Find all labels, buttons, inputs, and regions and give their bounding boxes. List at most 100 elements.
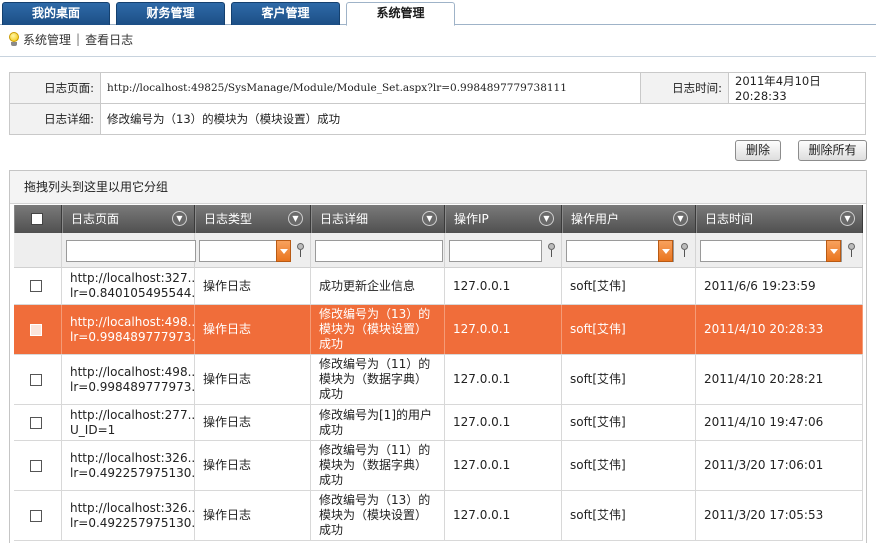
row-select-cell <box>14 405 62 440</box>
cell-page: http://localhost:326... lr=0.49225797513… <box>62 491 195 540</box>
table-row[interactable]: http://localhost:327... lr=0.84010549554… <box>14 268 863 305</box>
log-page-value: http://localhost:49825/SysManage/Module/… <box>100 72 641 104</box>
cell-user: soft[艾伟] <box>562 268 696 304</box>
row-checkbox[interactable] <box>30 509 42 522</box>
table-row[interactable]: http://localhost:277... U_ID=1 操作日志 修改编号… <box>14 405 863 441</box>
column-header-detail[interactable]: 日志详细 ▼ <box>311 205 445 233</box>
log-detail-panel: 日志页面: http://localhost:49825/SysManage/M… <box>9 72 866 135</box>
column-label: 日志详细 <box>320 212 369 226</box>
column-label: 日志时间 <box>705 212 754 226</box>
breadcrumb-section[interactable]: 系统管理 <box>23 31 71 48</box>
log-detail-label: 日志详细: <box>9 103 101 135</box>
cell-page: http://localhost:327... lr=0.84010549554… <box>62 268 195 304</box>
cell-detail: 修改编号为（11）的模块为（数据字典）成功 <box>311 355 445 404</box>
chevron-down-icon[interactable]: ▼ <box>422 211 437 226</box>
cell-time: 2011/4/10 20:28:33 <box>696 305 863 354</box>
log-page-label: 日志页面: <box>9 72 101 104</box>
cell-ip: 127.0.0.1 <box>445 268 562 304</box>
cell-detail: 修改编号为（13）的模块为（模块设置）成功 <box>311 305 445 354</box>
cell-ip: 127.0.0.1 <box>445 441 562 490</box>
tab-customer[interactable]: 客户管理 <box>231 2 340 25</box>
column-header-type[interactable]: 日志类型 ▼ <box>195 205 311 233</box>
column-label: 操作IP <box>454 212 489 226</box>
divider <box>0 56 876 57</box>
filter-time-dropdown[interactable] <box>826 240 841 262</box>
row-select-cell <box>14 268 62 304</box>
filter-pin-icon[interactable] <box>547 243 556 257</box>
log-grid: 拖拽列头到这里以用它分组 日志页面 ▼ 日志类型 ▼ 日志详细 ▼ 操作IP ▼… <box>9 170 867 543</box>
select-all-checkbox[interactable] <box>31 213 43 225</box>
breadcrumb-page: 查看日志 <box>85 32 134 47</box>
cell-time: 2011/4/10 20:28:21 <box>696 355 863 404</box>
cell-time: 2011/3/20 17:05:53 <box>696 491 863 540</box>
filter-page-input[interactable] <box>66 240 196 262</box>
row-checkbox[interactable] <box>30 416 42 429</box>
tab-finance[interactable]: 财务管理 <box>116 2 225 25</box>
cell-type: 操作日志 <box>195 268 311 304</box>
chevron-down-icon[interactable]: ▼ <box>840 211 855 226</box>
delete-button[interactable]: 删除 <box>735 140 781 161</box>
filter-ip-input[interactable] <box>449 240 542 262</box>
row-checkbox[interactable] <box>30 373 42 386</box>
cell-detail: 成功更新企业信息 <box>311 268 445 304</box>
filter-cell-page <box>62 233 196 268</box>
filter-pin-icon[interactable] <box>296 243 305 257</box>
filter-cell-type <box>195 233 311 268</box>
cell-user: soft[艾伟] <box>562 405 696 440</box>
cell-user: soft[艾伟] <box>562 355 696 404</box>
filter-cell-ip <box>445 233 562 268</box>
breadcrumb-separator: | <box>76 32 81 46</box>
table-row[interactable]: http://localhost:326... lr=0.49225797513… <box>14 491 863 541</box>
cell-page: http://localhost:498... lr=0.99848977797… <box>62 355 195 404</box>
lightbulb-icon <box>8 31 20 47</box>
cell-page: http://localhost:326... lr=0.49225797513… <box>62 441 195 490</box>
cell-ip: 127.0.0.1 <box>445 491 562 540</box>
cell-page: http://localhost:498... lr=0.99848977797… <box>62 305 195 354</box>
log-detail-value: 修改编号为（13）的模块为（模块设置）成功 <box>100 103 866 135</box>
table-row[interactable]: http://localhost:498... lr=0.99848977797… <box>14 355 863 405</box>
cell-type: 操作日志 <box>195 305 311 354</box>
cell-time: 2011/3/20 17:06:01 <box>696 441 863 490</box>
log-time-label: 日志时间: <box>640 72 729 104</box>
column-label: 日志页面 <box>71 212 120 226</box>
grid-body: http://localhost:327... lr=0.84010549554… <box>14 268 863 541</box>
cell-type: 操作日志 <box>195 355 311 404</box>
group-by-drop-area[interactable]: 拖拽列头到这里以用它分组 <box>10 171 866 204</box>
delete-all-button[interactable]: 删除所有 <box>798 140 867 161</box>
row-checkbox[interactable] <box>30 323 42 336</box>
filter-cell-detail <box>311 233 445 268</box>
breadcrumb: 系统管理 | 查看日志 <box>8 30 133 48</box>
column-label: 日志类型 <box>204 212 253 226</box>
tab-system[interactable]: 系统管理 <box>346 2 455 26</box>
filter-detail-input[interactable] <box>315 240 443 262</box>
column-label: 操作用户 <box>571 212 620 226</box>
filter-row <box>14 233 863 268</box>
row-select-cell <box>14 305 62 354</box>
chevron-down-icon[interactable]: ▼ <box>288 211 303 226</box>
cell-user: soft[艾伟] <box>562 305 696 354</box>
table-row[interactable]: http://localhost:326... lr=0.49225797513… <box>14 441 863 491</box>
column-header-ip[interactable]: 操作IP ▼ <box>445 205 562 233</box>
cell-ip: 127.0.0.1 <box>445 305 562 354</box>
filter-time-input[interactable] <box>700 240 842 262</box>
row-select-cell <box>14 355 62 404</box>
filter-type-dropdown[interactable] <box>276 240 291 262</box>
tab-my-desktop[interactable]: 我的桌面 <box>2 2 110 25</box>
chevron-down-icon[interactable]: ▼ <box>172 211 187 226</box>
column-header-time[interactable]: 日志时间 ▼ <box>696 205 863 233</box>
cell-time: 2011/4/10 19:47:06 <box>696 405 863 440</box>
row-checkbox[interactable] <box>30 459 42 472</box>
chevron-down-icon[interactable]: ▼ <box>539 211 554 226</box>
log-time-value: 2011年4月10日 20:28:33 <box>728 72 866 104</box>
filter-pin-icon[interactable] <box>680 243 689 257</box>
cell-detail: 修改编号为（11）的模块为（数据字典）成功 <box>311 441 445 490</box>
table-row-selected[interactable]: http://localhost:498... lr=0.99848977797… <box>14 305 863 355</box>
filter-pin-icon[interactable] <box>847 243 856 257</box>
filter-user-dropdown[interactable] <box>658 240 673 262</box>
chevron-down-icon[interactable]: ▼ <box>673 211 688 226</box>
column-header-user[interactable]: 操作用户 ▼ <box>562 205 696 233</box>
row-checkbox[interactable] <box>30 280 42 292</box>
cell-detail: 修改编号为[1]的用户成功 <box>311 405 445 440</box>
cell-time: 2011/6/6 19:23:59 <box>696 268 863 304</box>
column-header-page[interactable]: 日志页面 ▼ <box>62 205 195 233</box>
